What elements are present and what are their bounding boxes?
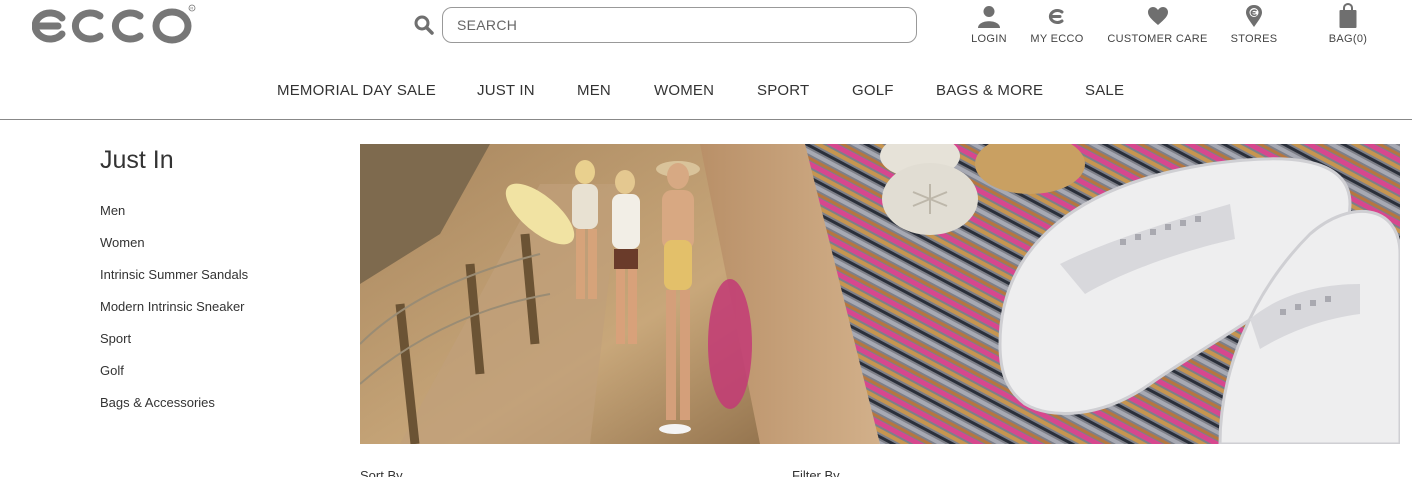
nav-sale[interactable]: SALE [1085, 82, 1124, 99]
sidebar-item-sport[interactable]: Sport [100, 331, 248, 363]
heart-icon [1105, 2, 1210, 30]
sidebar-item-golf[interactable]: Golf [100, 363, 248, 395]
nav-men[interactable]: MEN [577, 82, 611, 99]
category-sidebar: Men Women Intrinsic Summer Sandals Moder… [100, 203, 248, 427]
login-label: LOGIN [971, 33, 1007, 45]
svg-text:R: R [190, 6, 193, 11]
nav-memorial-day-sale[interactable]: MEMORIAL DAY SALE [277, 82, 436, 99]
customer-care-link[interactable]: CUSTOMER CARE [1105, 2, 1210, 45]
user-icon [968, 2, 1010, 30]
bag-label: BAG(0) [1328, 33, 1368, 45]
ecco-e-icon [1028, 2, 1086, 30]
nav-golf[interactable]: GOLF [852, 82, 894, 99]
filter-by-label[interactable]: Filter By [792, 468, 840, 477]
shopping-bag-icon [1325, 2, 1371, 30]
nav-women[interactable]: WOMEN [654, 82, 714, 99]
login-link[interactable]: LOGIN [968, 2, 1010, 45]
map-pin-icon [1228, 2, 1280, 30]
sort-by-label[interactable]: Sort By [360, 468, 403, 477]
nav-bags-and-more[interactable]: BAGS & MORE [936, 82, 1043, 99]
stores-link[interactable]: STORES [1228, 2, 1280, 45]
ecco-logo-mark: R [31, 4, 196, 44]
shopping-bag-link[interactable]: BAG(0) [1325, 2, 1371, 45]
search-input[interactable] [442, 7, 917, 43]
customer-care-label: CUSTOMER CARE [1107, 33, 1208, 45]
ecco-logo[interactable]: R [31, 4, 197, 46]
main-nav: MEMORIAL DAY SALE JUST IN MEN WOMEN SPOR… [0, 82, 1412, 104]
sidebar-item-women[interactable]: Women [100, 235, 248, 267]
search-icon[interactable] [413, 14, 435, 36]
stores-label: STORES [1230, 33, 1278, 45]
page-title: Just In [100, 146, 174, 174]
hero-banner-image[interactable] [360, 144, 1400, 444]
my-ecco-link[interactable]: MY ECCO [1028, 2, 1086, 45]
sidebar-item-intrinsic-summer-sandals[interactable]: Intrinsic Summer Sandals [100, 267, 248, 299]
sidebar-item-bags-and-accessories[interactable]: Bags & Accessories [100, 395, 248, 427]
nav-sport[interactable]: SPORT [757, 82, 809, 99]
sidebar-item-modern-intrinsic-sneaker[interactable]: Modern Intrinsic Sneaker [100, 299, 248, 331]
nav-just-in[interactable]: JUST IN [477, 82, 535, 99]
sidebar-item-men[interactable]: Men [100, 203, 248, 235]
header-divider [0, 119, 1412, 120]
my-ecco-label: MY ECCO [1030, 33, 1084, 45]
